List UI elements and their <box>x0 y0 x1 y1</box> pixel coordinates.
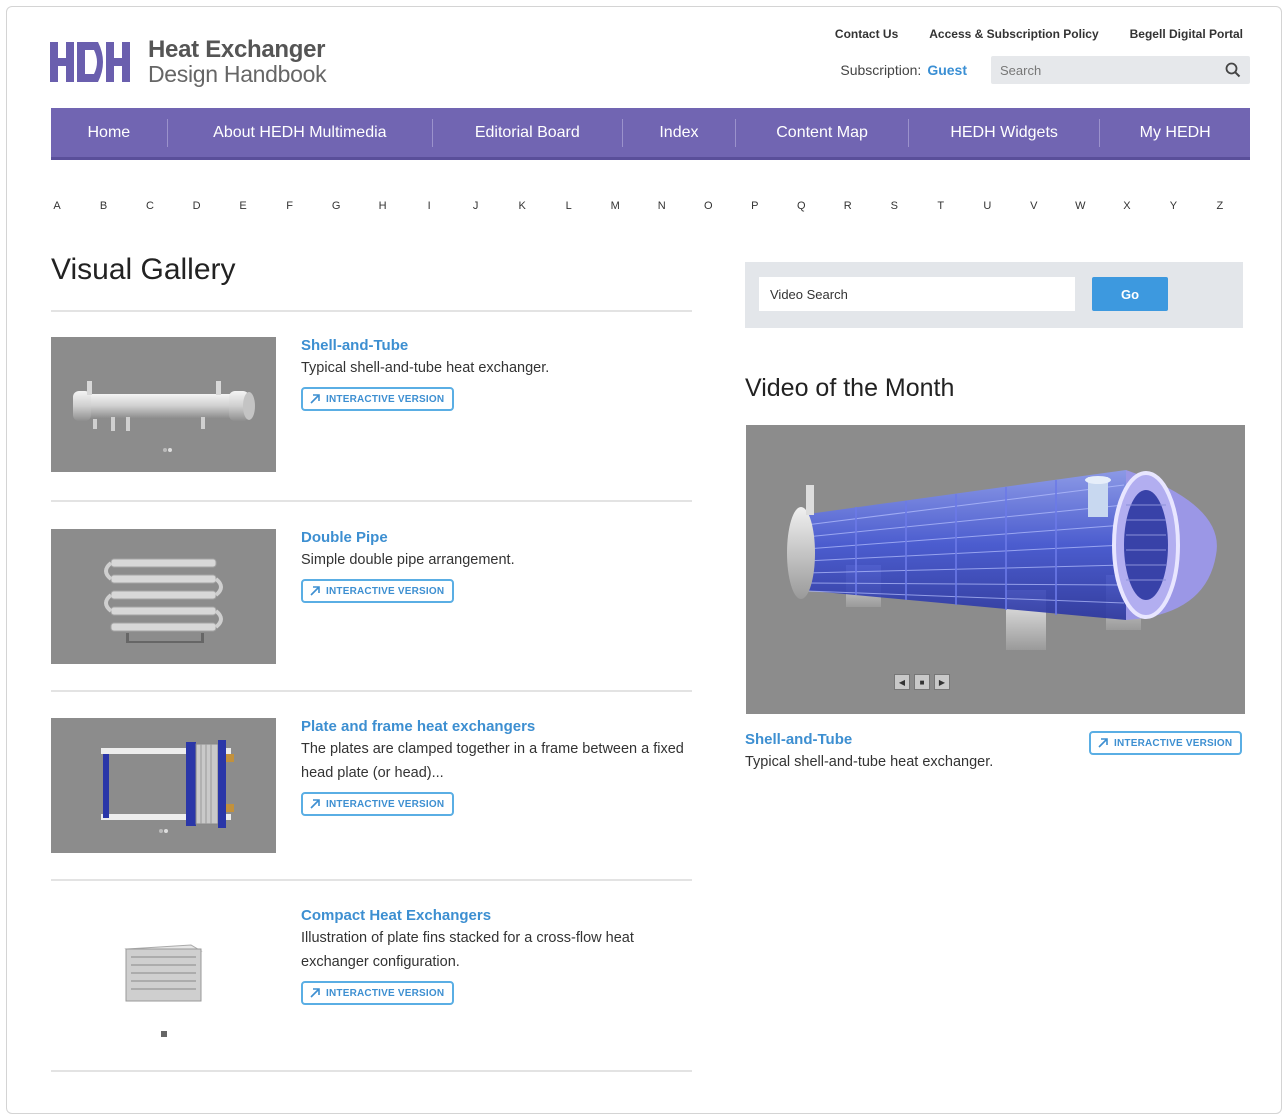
plate-frame-thumbnail[interactable] <box>51 718 276 853</box>
alpha-letter[interactable]: L <box>563 200 575 212</box>
double-pipe-illustration <box>104 558 223 643</box>
alpha-letter[interactable]: Q <box>795 200 807 212</box>
top-links: Contact Us Access & Subscription Policy … <box>835 27 1243 41</box>
video-description: Typical shell-and-tube heat exchanger. <box>745 754 994 770</box>
search-icon[interactable] <box>1225 62 1241 78</box>
item-title-link[interactable]: Compact Heat Exchangers <box>301 907 696 924</box>
alpha-letter[interactable]: I <box>423 200 435 212</box>
video-interactive-version-button[interactable]: INTERACTIVE VERSION <box>1089 731 1243 755</box>
alpha-letter[interactable]: Z <box>1214 200 1226 212</box>
divider <box>51 690 692 692</box>
shell-tube-illustration <box>73 381 255 452</box>
brand-title-line1: Heat Exchanger <box>148 36 326 63</box>
alpha-letter[interactable]: F <box>284 200 296 212</box>
nav-widgets[interactable]: HEDH Widgets <box>909 118 1101 147</box>
shell-and-tube-thumbnail[interactable] <box>51 337 276 472</box>
nav-index[interactable]: Index <box>623 118 737 147</box>
site-logo[interactable]: Heat Exchanger Design Handbook <box>50 36 327 87</box>
alpha-letter[interactable]: G <box>330 200 342 212</box>
alpha-letter[interactable]: X <box>1121 200 1133 212</box>
alpha-letter[interactable]: Y <box>1167 200 1179 212</box>
alpha-letter[interactable]: D <box>191 200 203 212</box>
alpha-letter[interactable]: E <box>237 200 249 212</box>
external-arrow-icon <box>310 988 320 998</box>
prev-icon[interactable]: ◀ <box>894 674 910 690</box>
alpha-letter[interactable]: O <box>702 200 714 212</box>
next-icon[interactable]: ▶ <box>934 674 950 690</box>
subscription-search-row: Subscription: Guest <box>840 56 1250 84</box>
interactive-version-label: INTERACTIVE VERSION <box>326 393 445 405</box>
item-description: Typical shell-and-tube heat exchanger. <box>301 360 550 376</box>
item-title-link[interactable]: Shell-and-Tube <box>301 337 696 354</box>
alpha-letter[interactable]: H <box>377 200 389 212</box>
alpha-letter[interactable]: B <box>98 200 110 212</box>
video-of-month-heading: Video of the Month <box>745 374 955 402</box>
search-input[interactable] <box>991 61 1212 79</box>
alpha-letter[interactable]: V <box>1028 200 1040 212</box>
video-title-link[interactable]: Shell-and-Tube <box>745 731 852 748</box>
contact-us-link[interactable]: Contact Us <box>835 27 898 41</box>
video-search-panel: Go <box>745 262 1243 328</box>
search-box <box>991 56 1250 84</box>
begell-portal-link[interactable]: Begell Digital Portal <box>1130 27 1243 41</box>
hedh-logo-icon <box>50 42 130 82</box>
stop-icon[interactable]: ■ <box>914 674 930 690</box>
interactive-version-button[interactable]: INTERACTIVE VERSION <box>301 981 455 1005</box>
external-arrow-icon <box>1098 738 1108 748</box>
go-button[interactable]: Go <box>1092 277 1168 311</box>
interactive-version-button[interactable]: INTERACTIVE VERSION <box>301 792 455 816</box>
alpha-letter[interactable]: P <box>749 200 761 212</box>
video-search-input[interactable] <box>759 277 1075 311</box>
alpha-letter[interactable]: C <box>144 200 156 212</box>
external-arrow-icon <box>310 394 320 404</box>
video-of-month-player[interactable]: ◀ ■ ▶ <box>746 425 1245 714</box>
alpha-letter[interactable]: K <box>516 200 528 212</box>
alpha-letter[interactable]: S <box>888 200 900 212</box>
double-pipe-thumbnail[interactable] <box>51 529 276 664</box>
item-title-link[interactable]: Plate and frame heat exchangers <box>301 718 696 735</box>
nav-content-map[interactable]: Content Map <box>736 118 909 147</box>
nav-about[interactable]: About HEDH Multimedia <box>168 118 434 147</box>
item-description: The plates are clamped together in a fra… <box>301 741 684 781</box>
alphabet-index: A B C D E F G H I J K L M N O P Q R S T … <box>51 200 1226 212</box>
item-title-link[interactable]: Double Pipe <box>301 529 696 546</box>
alpha-letter[interactable]: J <box>470 200 482 212</box>
interactive-version-label: INTERACTIVE VERSION <box>326 987 445 999</box>
alpha-letter[interactable]: M <box>609 200 621 212</box>
interactive-version-label: INTERACTIVE VERSION <box>326 585 445 597</box>
subscription-label: Subscription: <box>840 62 922 78</box>
compact-hx-thumbnail[interactable] <box>51 907 276 1042</box>
item-description: Simple double pipe arrangement. <box>301 552 515 568</box>
alpha-letter[interactable]: R <box>842 200 854 212</box>
access-policy-link[interactable]: Access & Subscription Policy <box>929 27 1098 41</box>
interactive-version-label: INTERACTIVE VERSION <box>326 798 445 810</box>
alpha-letter[interactable]: U <box>981 200 993 212</box>
nav-editorial-board[interactable]: Editorial Board <box>433 118 623 147</box>
plate-frame-illustration <box>101 740 234 833</box>
shell-tube-3d-illustration <box>787 470 1217 650</box>
interactive-version-button[interactable]: INTERACTIVE VERSION <box>301 387 455 411</box>
alpha-letter[interactable]: W <box>1074 200 1086 212</box>
compact-hx-illustration <box>124 944 203 1037</box>
alpha-letter[interactable]: N <box>656 200 668 212</box>
external-arrow-icon <box>310 586 320 596</box>
alpha-letter[interactable]: A <box>51 200 63 212</box>
nav-my-hedh[interactable]: My HEDH <box>1100 119 1250 147</box>
brand-title-line2: Design Handbook <box>148 61 327 87</box>
external-arrow-icon <box>310 799 320 809</box>
divider <box>51 1070 692 1072</box>
item-description: Illustration of plate fins stacked for a… <box>301 930 634 970</box>
main-nav: Home About HEDH Multimedia Editorial Boa… <box>51 108 1250 160</box>
interactive-version-button[interactable]: INTERACTIVE VERSION <box>301 579 455 603</box>
player-controls: ◀ ■ ▶ <box>894 674 950 690</box>
nav-home[interactable]: Home <box>51 118 168 147</box>
page-title: Visual Gallery <box>51 253 236 286</box>
divider <box>51 879 692 881</box>
interactive-version-label: INTERACTIVE VERSION <box>1114 737 1233 749</box>
divider <box>51 500 692 502</box>
alpha-letter[interactable]: T <box>935 200 947 212</box>
subscription-value[interactable]: Guest <box>927 62 967 78</box>
divider <box>51 310 692 312</box>
